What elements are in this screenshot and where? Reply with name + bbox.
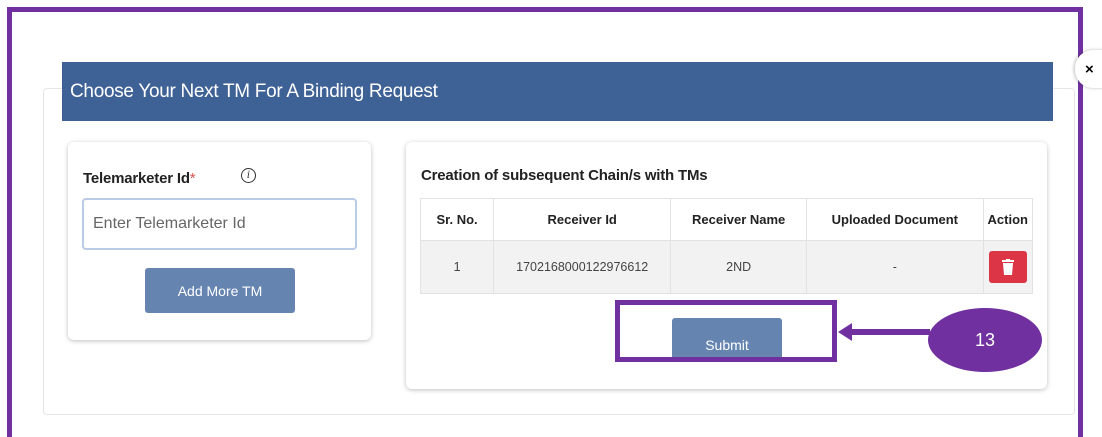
- column-header-receiver-id: Receiver Id: [493, 198, 672, 241]
- step-number: 13: [974, 329, 996, 350]
- info-icon[interactable]: i: [241, 168, 256, 183]
- column-header-receiver-name: Receiver Name: [670, 198, 808, 241]
- cell-sr-no: 1: [419, 240, 495, 294]
- chain-section-title: Creation of subsequent Chain/s with TMs: [421, 167, 708, 184]
- delete-row-button[interactable]: [988, 251, 1027, 283]
- required-mark: *: [189, 170, 196, 187]
- cell-uploaded-document: -: [806, 240, 984, 294]
- telemarketer-id-input[interactable]: [82, 198, 357, 250]
- modal-title: Choose Your Next TM For A Binding Reques…: [70, 80, 438, 102]
- column-header-sr-no: Sr. No.: [419, 198, 495, 241]
- column-header-action: Action: [982, 198, 1034, 241]
- telemarketer-label-text: Telemarketer Id: [83, 170, 190, 187]
- annotation-arrow-icon: [838, 323, 930, 341]
- trash-icon: [1001, 259, 1014, 275]
- close-button[interactable]: ×: [1075, 50, 1102, 88]
- telemarketer-id-label: Telemarketer Id*: [83, 170, 196, 187]
- close-icon: ×: [1085, 60, 1094, 78]
- cell-action: [982, 240, 1034, 294]
- add-more-tm-button[interactable]: Add More TM: [145, 268, 295, 313]
- chain-table: Sr. No. Receiver Id Receiver Name Upload…: [419, 198, 1034, 294]
- table-row: 1 1702168000122976612 2ND -: [419, 240, 1034, 294]
- modal-header: Choose Your Next TM For A Binding Reques…: [62, 62, 1053, 121]
- cell-receiver-id: 1702168000122976612: [493, 240, 672, 294]
- column-header-uploaded-document: Uploaded Document: [806, 198, 984, 241]
- step-number-badge: 13: [928, 308, 1042, 372]
- table-header-row: Sr. No. Receiver Id Receiver Name Upload…: [419, 198, 1034, 241]
- submit-highlight-box: [615, 300, 837, 362]
- cell-receiver-name: 2ND: [670, 240, 808, 294]
